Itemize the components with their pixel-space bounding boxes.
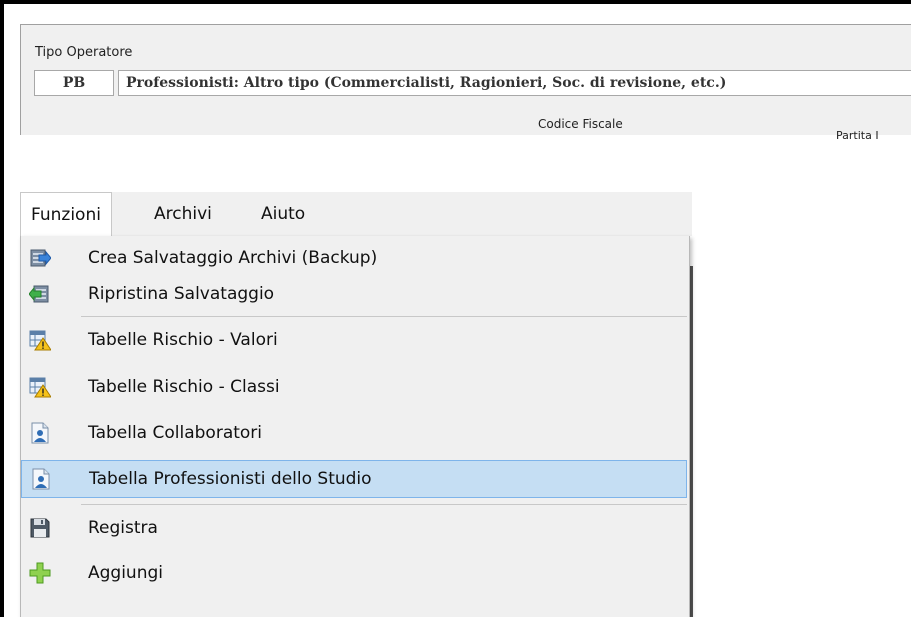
codice-fiscale-label: Codice Fiscale (538, 117, 623, 131)
menu-item-label: Tabelle Rischio - Valori (88, 330, 278, 350)
menu-item-label: Aggiungi (88, 563, 163, 583)
green-plus-icon (29, 562, 51, 584)
tipo-operatore-label: Tipo Operatore (35, 45, 133, 60)
table-warning-icon (29, 376, 51, 398)
menu-item-backup[interactable]: Crea Salvataggio Archivi (Backup) (21, 240, 687, 276)
screenshot-panel: Tipo Operatore PB Professionisti: Altro … (4, 4, 911, 617)
user-document-icon (30, 468, 52, 490)
menu-item-label: Tabella Collaboratori (88, 423, 263, 443)
menu-archivi[interactable]: Archivi (144, 192, 222, 236)
operator-code-field[interactable]: PB (34, 70, 114, 96)
user-document-icon (29, 422, 51, 444)
menu-item-rischio-classi[interactable]: Tabelle Rischio - Classi (21, 369, 687, 405)
menu-item-registra[interactable]: Registra (21, 510, 687, 546)
backup-arrow-icon (29, 247, 51, 269)
restore-icon (29, 283, 51, 305)
menu-item-rischio-valori[interactable]: Tabelle Rischio - Valori (21, 322, 687, 358)
menu-separator (81, 316, 687, 317)
operator-form: Tipo Operatore PB Professionisti: Altro … (20, 24, 911, 142)
menu-item-label: Tabella Professionisti dello Studio (89, 469, 372, 489)
operator-description-field[interactable]: Professionisti: Altro tipo (Commercialis… (118, 70, 911, 96)
menu-separator (81, 504, 687, 505)
menu-item-professionisti[interactable]: Tabella Professionisti dello Studio (21, 460, 687, 498)
menu-item-label: Ripristina Salvataggio (88, 284, 275, 304)
menu-item-label: Tabelle Rischio - Classi (88, 377, 280, 397)
menu-item-aggiungi[interactable]: Aggiungi (21, 555, 687, 591)
menu-item-restore[interactable]: Ripristina Salvataggio (21, 276, 687, 312)
menu-aiuto[interactable]: Aiuto (251, 192, 315, 236)
funzioni-dropdown-menu: Crea Salvataggio Archivi (Backup) Ripris… (20, 236, 690, 617)
partita-iva-label: Partita I (836, 129, 879, 142)
menu-funzioni[interactable]: Funzioni (20, 192, 112, 238)
menu-item-label: Registra (88, 518, 158, 538)
floppy-disk-icon (29, 517, 51, 539)
menu-bar: Funzioni Archivi Aiuto (20, 192, 692, 238)
menu-item-collaboratori[interactable]: Tabella Collaboratori (21, 415, 687, 451)
menu-item-label: Crea Salvataggio Archivi (Backup) (88, 248, 378, 268)
table-warning-icon (29, 329, 51, 351)
